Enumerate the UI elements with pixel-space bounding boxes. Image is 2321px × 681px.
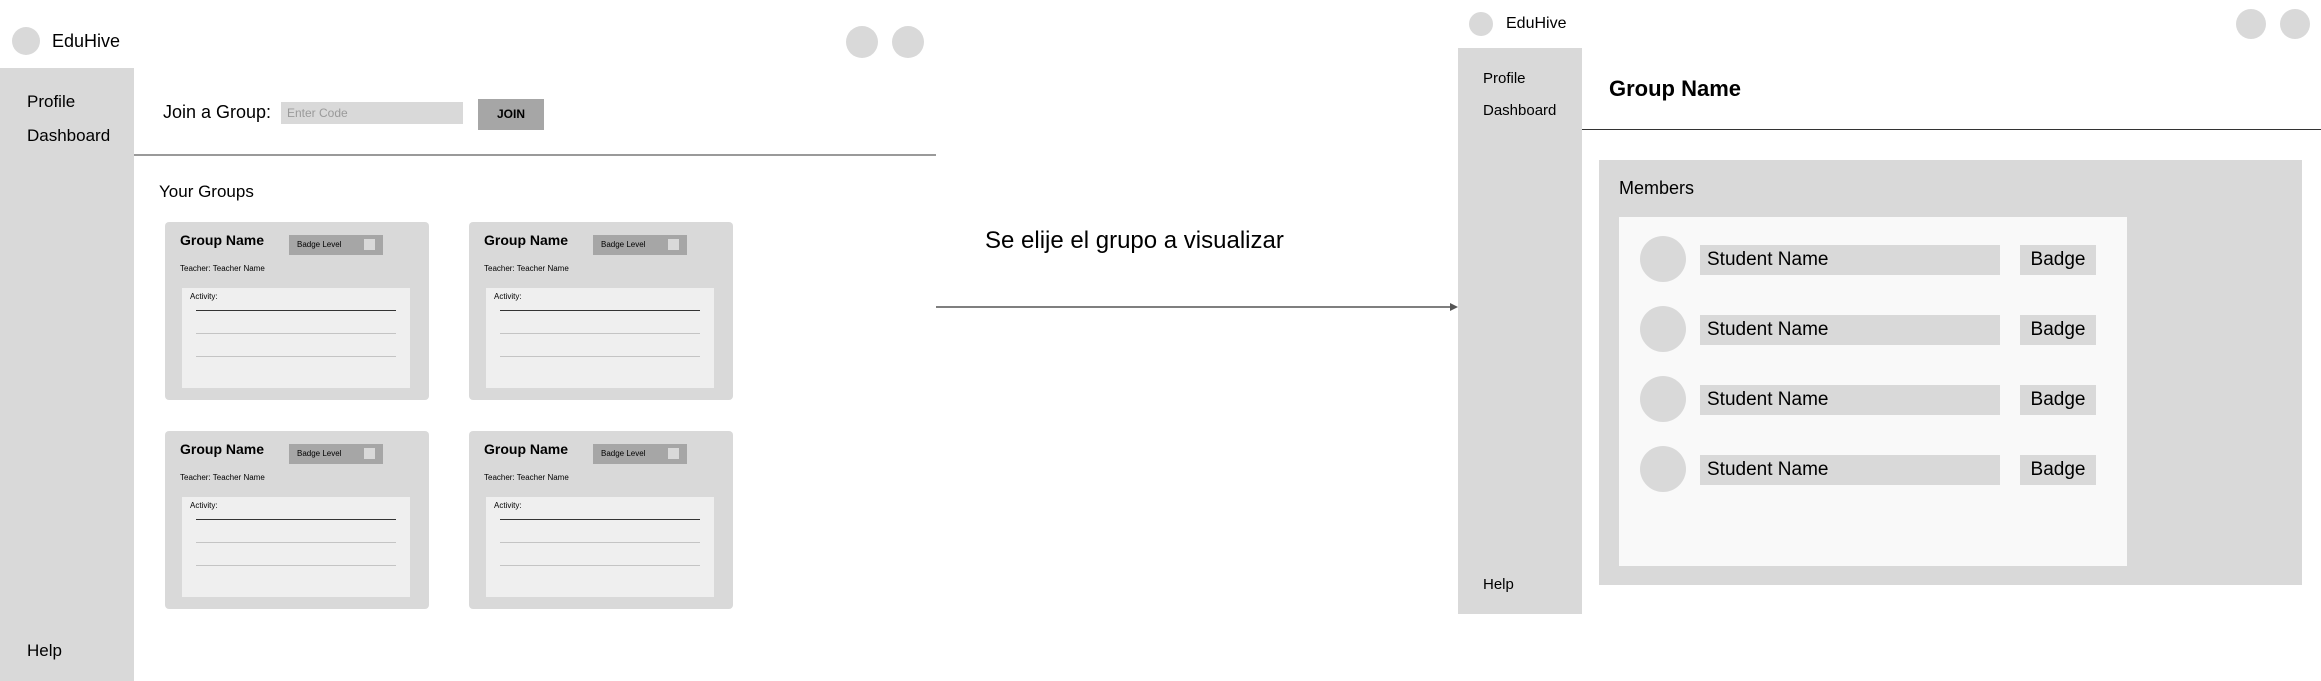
group-card[interactable]: Group Name Badge Level Teacher: Teacher … <box>469 222 733 400</box>
teacher-name: Teacher: Teacher Name <box>484 473 569 482</box>
badge-level-label: Badge Level <box>601 449 646 458</box>
badge-level-label: Badge Level <box>297 449 342 458</box>
group-name: Group Name <box>484 441 569 457</box>
badge-level-label: Badge Level <box>297 240 342 249</box>
notification-icon[interactable] <box>2236 9 2266 39</box>
user-avatar-icon[interactable] <box>2280 9 2310 39</box>
group-name: Group Name <box>180 441 265 457</box>
app-logo <box>12 27 40 55</box>
teacher-name: Teacher: Teacher Name <box>180 264 265 273</box>
sidebar-item-help[interactable]: Help <box>1483 576 1514 593</box>
transition-caption: Se elije el grupo a visualizar <box>985 227 1284 254</box>
student-name-label: Student Name <box>1707 389 1829 410</box>
badge-level: Badge Level <box>593 235 687 255</box>
student-name-label: Student Name <box>1707 319 1829 340</box>
badge-level: Badge Level <box>289 444 383 464</box>
group-code-input[interactable]: Enter Code <box>281 102 463 124</box>
activity-line <box>500 519 700 520</box>
activity-line <box>196 519 396 520</box>
user-avatar-icon[interactable] <box>892 26 924 58</box>
student-name-label: Student Name <box>1707 249 1829 270</box>
transition-arrow-icon <box>936 303 1458 311</box>
list-item[interactable]: Student Name Badge <box>1640 376 2100 422</box>
teacher-name: Teacher: Teacher Name <box>484 264 569 273</box>
activity-line <box>500 565 700 566</box>
activity-label: Activity: <box>494 501 522 510</box>
list-item[interactable]: Student Name Badge <box>1640 236 2100 282</box>
student-badge: Badge <box>2020 385 2096 415</box>
activity-box: Activity: <box>486 497 714 597</box>
activity-line <box>500 542 700 543</box>
student-name: Student Name <box>1700 455 2000 485</box>
app-name: EduHive <box>1506 15 1567 32</box>
badge-icon <box>668 448 679 459</box>
sidebar-item-help[interactable]: Help <box>27 641 62 661</box>
activity-line <box>196 310 396 311</box>
badge-icon <box>364 239 375 250</box>
activity-line <box>500 356 700 357</box>
badge-level: Badge Level <box>593 444 687 464</box>
badge-level-label: Badge Level <box>601 240 646 249</box>
members-title: Members <box>1619 178 1695 198</box>
groups-screen: EduHive Profile Dashboard Help Join a Gr… <box>0 0 936 681</box>
avatar <box>1640 236 1686 282</box>
student-name: Student Name <box>1700 315 2000 345</box>
student-name: Student Name <box>1700 385 2000 415</box>
activity-box: Activity: <box>182 497 410 597</box>
sidebar-item-profile[interactable]: Profile <box>1483 70 1526 87</box>
group-name: Group Name <box>484 232 569 248</box>
sidebar-item-dashboard[interactable]: Dashboard <box>1483 102 1556 119</box>
student-name-label: Student Name <box>1707 459 1829 480</box>
group-code-placeholder: Enter Code <box>287 106 348 120</box>
list-item[interactable]: Student Name Badge <box>1640 446 2100 492</box>
badge-level: Badge Level <box>289 235 383 255</box>
badge-icon <box>364 448 375 459</box>
activity-box: Activity: <box>182 288 410 388</box>
activity-box: Activity: <box>486 288 714 388</box>
activity-label: Activity: <box>190 501 218 510</box>
header-divider <box>134 154 936 156</box>
student-badge: Badge <box>2020 245 2096 275</box>
list-item[interactable]: Student Name Badge <box>1640 306 2100 352</box>
app-logo <box>1469 12 1493 36</box>
activity-line <box>196 542 396 543</box>
activity-label: Activity: <box>190 292 218 301</box>
activity-line <box>500 310 700 311</box>
join-group-label: Join a Group: <box>163 102 272 122</box>
page-title: Group Name <box>1609 76 1742 101</box>
badge-icon <box>668 239 679 250</box>
avatar <box>1640 376 1686 422</box>
group-name: Group Name <box>180 232 265 248</box>
student-badge: Badge <box>2020 315 2096 345</box>
sidebar: Profile Dashboard Help <box>0 68 134 681</box>
activity-line <box>196 333 396 334</box>
student-name: Student Name <box>1700 245 2000 275</box>
avatar <box>1640 306 1686 352</box>
group-card[interactable]: Group Name Badge Level Teacher: Teacher … <box>165 222 429 400</box>
sidebar-item-dashboard[interactable]: Dashboard <box>27 126 110 146</box>
activity-label: Activity: <box>494 292 522 301</box>
app-name: EduHive <box>52 31 121 51</box>
join-button[interactable]: JOIN <box>478 99 544 130</box>
sidebar: Profile Dashboard Help <box>1458 48 1582 614</box>
activity-line <box>196 565 396 566</box>
sidebar-item-profile[interactable]: Profile <box>27 92 75 112</box>
avatar <box>1640 446 1686 492</box>
header-divider <box>1582 129 2321 130</box>
activity-line <box>196 356 396 357</box>
student-badge: Badge <box>2020 455 2096 485</box>
group-card[interactable]: Group Name Badge Level Teacher: Teacher … <box>165 431 429 609</box>
teacher-name: Teacher: Teacher Name <box>180 473 265 482</box>
your-groups-title: Your Groups <box>159 182 254 201</box>
notification-icon[interactable] <box>846 26 878 58</box>
activity-line <box>500 333 700 334</box>
group-card[interactable]: Group Name Badge Level Teacher: Teacher … <box>469 431 733 609</box>
